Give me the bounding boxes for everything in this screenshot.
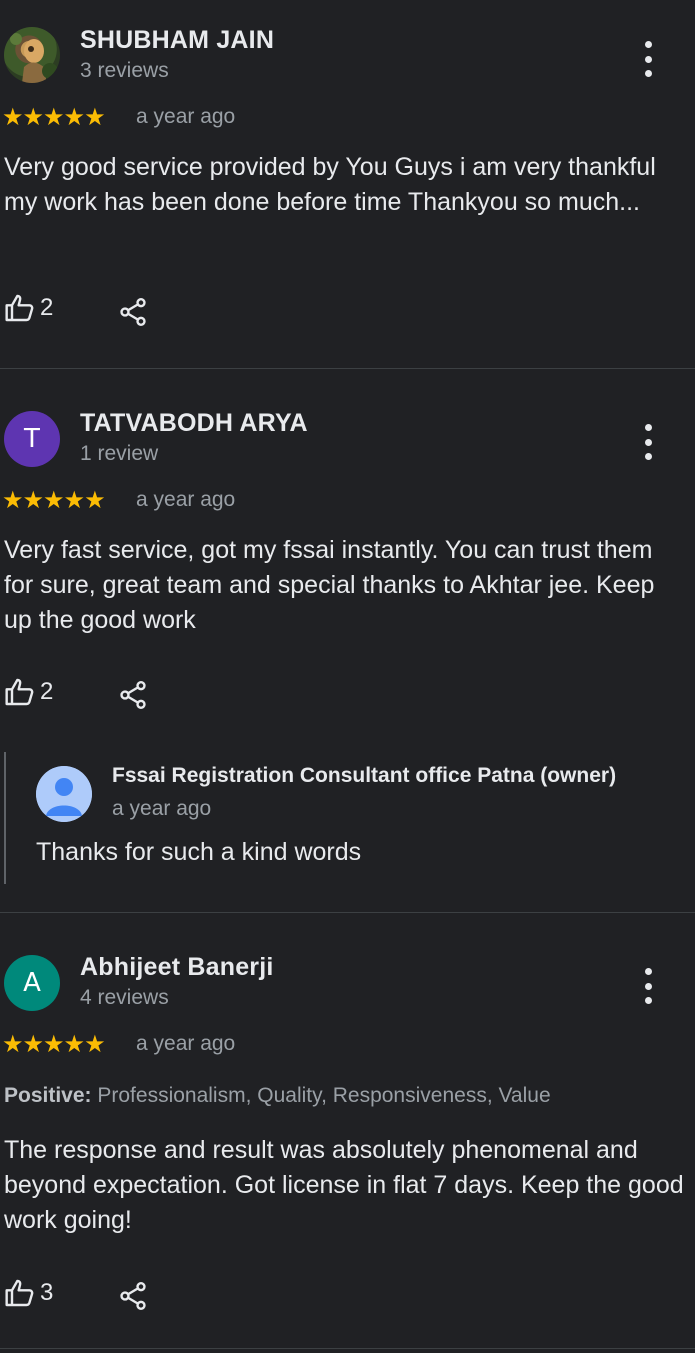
share-button[interactable]: [117, 1280, 149, 1317]
review-attributes: Positive: Professionalism, Quality, Resp…: [4, 1084, 551, 1108]
attributes-values: Professionalism, Quality, Responsiveness…: [97, 1084, 551, 1107]
like-button[interactable]: 3: [4, 1277, 53, 1309]
more-options-button[interactable]: [636, 968, 660, 1004]
avatar-initial: A: [23, 968, 41, 998]
review-card: A Abhijeet Banerji 4 reviews ★★★★★ a yea…: [0, 0, 695, 1348]
share-icon: [120, 1282, 146, 1310]
attributes-label: Positive:: [4, 1084, 92, 1107]
review-time: a year ago: [136, 1032, 236, 1055]
star-rating: ★★★★★: [2, 1030, 106, 1058]
like-count: 3: [40, 1279, 54, 1306]
avatar[interactable]: A: [4, 955, 60, 1011]
reviewer-name[interactable]: Abhijeet Banerji: [80, 953, 274, 982]
review-count: 4 reviews: [80, 986, 169, 1009]
divider: [0, 1348, 695, 1349]
thumb-up-icon: [5, 1279, 34, 1307]
more-vert-icon: [644, 968, 652, 975]
review-text: The response and result was absolutely p…: [4, 1136, 684, 1234]
